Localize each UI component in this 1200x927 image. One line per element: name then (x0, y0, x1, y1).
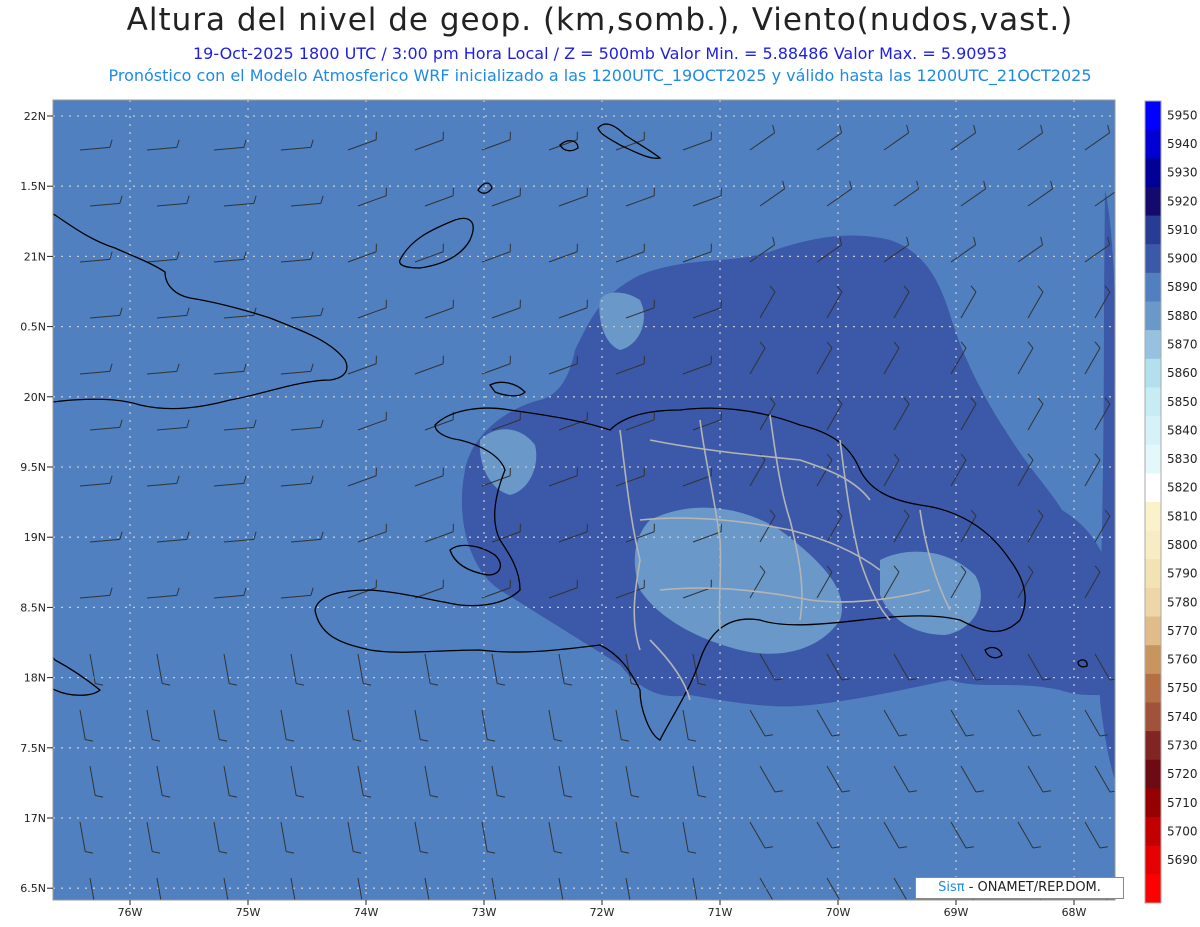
lat-tick-label: 22N (24, 110, 46, 123)
legend-swatch (1145, 874, 1161, 904)
legend-swatch (1145, 702, 1161, 732)
legend-level-label: 5910 (1167, 223, 1198, 237)
legend-level-label: 5690 (1167, 853, 1198, 867)
lat-tick-label: 6.5N (20, 882, 46, 895)
legend-swatch (1145, 845, 1161, 875)
credit-box: Sisπ - ONAMET/REP.DOM. (915, 877, 1124, 899)
legend-level-label: 5950 (1167, 108, 1198, 122)
legend-level-label: 5940 (1167, 137, 1198, 151)
wind-barb-flag (698, 908, 706, 910)
legend-swatch (1145, 645, 1161, 675)
wind-barb-flag (1043, 903, 1051, 904)
wind-barb-flag (296, 908, 304, 910)
lon-tick-label: 76W (118, 906, 143, 919)
credit-text: - ONAMET/REP.DOM. (964, 880, 1101, 895)
forecast-map: 22N 1.5N 21N 0.5N 20N 9.5N 19N 8.5N 18N 7.5N 17N 6.… (20, 99, 1198, 919)
legend-level-label: 5860 (1167, 366, 1198, 380)
lon-tick-label: 73W (472, 906, 497, 919)
legend-level-label: 5700 (1167, 824, 1198, 838)
lat-tick-label: 0.5N (20, 321, 46, 334)
lon-tick-label: 69W (944, 906, 969, 919)
legend-level-label: 5710 (1167, 796, 1198, 810)
color-legend: 5950 5940 5930 5920 5910 5900 5890 5880 5870 5860… (1144, 100, 1198, 904)
lat-tick-label: 1.5N (20, 180, 46, 193)
legend-level-label: 5790 (1167, 567, 1198, 581)
legend-level-label: 5780 (1167, 595, 1198, 609)
wind-barb-flag (497, 908, 505, 910)
lon-tick-label: 75W (236, 906, 261, 919)
legend-swatch (1145, 244, 1161, 274)
lat-tick-label: 8.5N (20, 601, 46, 614)
legend-swatch (1145, 759, 1161, 789)
wind-barb-flag (430, 908, 438, 910)
legend-swatch (1145, 358, 1161, 388)
legend-swatch (1145, 673, 1161, 703)
legend-level-label: 5920 (1167, 194, 1198, 208)
wind-barb-flag (631, 908, 639, 910)
legend-swatch (1145, 587, 1161, 618)
legend-swatch (1145, 301, 1161, 331)
wind-barb-flag (1110, 903, 1118, 904)
legend-level-label: 5810 (1167, 509, 1198, 523)
legend-level-label: 5770 (1167, 624, 1198, 638)
lat-tick-label: 17N (24, 812, 46, 825)
legend-level-label: 5890 (1167, 280, 1198, 294)
legend-swatch (1145, 731, 1161, 761)
wind-barb-flag (95, 908, 103, 910)
legend-level-label: 5720 (1167, 767, 1198, 781)
lon-tick-label: 68W (1062, 906, 1087, 919)
wind-barb-flag (842, 903, 850, 904)
wind-barb-flag (162, 908, 170, 910)
lat-tick-label: 18N (24, 672, 46, 685)
legend-swatch (1145, 101, 1161, 131)
legend-level-label: 5900 (1167, 252, 1198, 266)
sispi-logo: Sisπ (938, 880, 965, 895)
legend-swatch (1145, 817, 1161, 847)
lat-tick-label: 9.5N (20, 461, 46, 474)
legend-swatch (1145, 186, 1161, 217)
lat-tick-label: 20N (24, 391, 46, 404)
legend-swatch (1145, 158, 1161, 188)
legend-swatch (1145, 502, 1161, 532)
legend-swatch (1145, 330, 1161, 360)
legend-swatch (1145, 416, 1161, 446)
legend-level-label: 5870 (1167, 337, 1198, 351)
wind-barb-flag (909, 903, 917, 904)
legend-level-label: 5840 (1167, 423, 1198, 437)
legend-level-label: 5830 (1167, 452, 1198, 466)
lat-tick-label: 7.5N (20, 742, 46, 755)
legend-level-label: 5740 (1167, 710, 1198, 724)
lon-tick-label: 70W (826, 906, 851, 919)
legend-level-label: 5800 (1167, 538, 1198, 552)
wind-barb-flag (1118, 181, 1120, 189)
lon-tick-label: 71W (708, 906, 733, 919)
wind-barb-flag (775, 903, 783, 904)
legend-swatch (1145, 272, 1161, 302)
legend-level-label: 5880 (1167, 309, 1198, 323)
legend-swatch (1145, 129, 1161, 159)
lon-tick-label: 74W (354, 906, 379, 919)
legend-level-label: 5820 (1167, 481, 1198, 495)
wind-barb-flag (976, 903, 984, 904)
legend-swatch (1145, 473, 1161, 503)
lon-tick-label: 72W (590, 906, 615, 919)
legend-level-label: 5730 (1167, 738, 1198, 752)
legend-swatch (1145, 387, 1161, 417)
legend-level-label: 5850 (1167, 395, 1198, 409)
legend-swatch (1145, 215, 1161, 245)
lat-tick-label: 19N (24, 531, 46, 544)
legend-swatch (1145, 616, 1161, 646)
legend-level-label: 5930 (1167, 166, 1198, 180)
legend-swatch (1145, 444, 1161, 474)
legend-swatch (1145, 788, 1161, 818)
lat-tick-label: 21N (24, 250, 46, 263)
legend-level-label: 5760 (1167, 653, 1198, 667)
legend-swatch (1145, 530, 1161, 560)
legend-level-label: 5750 (1167, 681, 1198, 695)
legend-swatch (1145, 559, 1161, 589)
wind-barb-flag (564, 908, 572, 910)
